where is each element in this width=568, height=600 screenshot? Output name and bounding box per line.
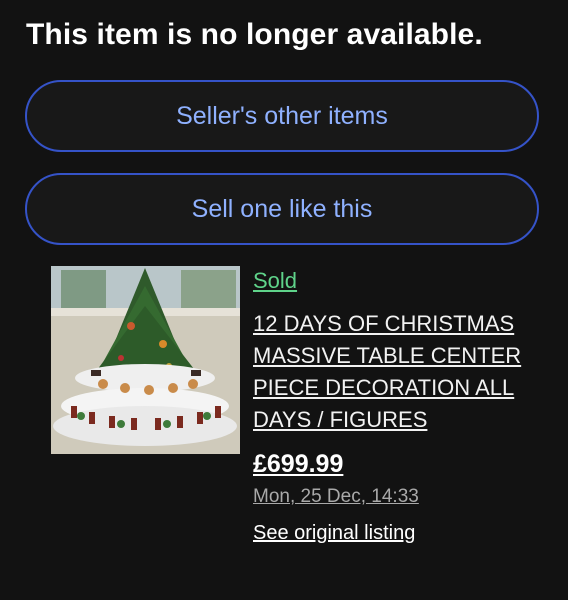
christmas-centerpiece-photo-icon: [51, 266, 240, 454]
sell-one-like-this-button[interactable]: Sell one like this: [25, 173, 539, 245]
listing-date: Mon, 25 Dec, 14:33: [253, 486, 419, 507]
sellers-other-items-button[interactable]: Seller's other items: [25, 80, 539, 152]
see-original-listing-link[interactable]: See original listing: [253, 522, 415, 545]
sold-status-link[interactable]: Sold: [253, 268, 553, 294]
listing-title-link[interactable]: 12 DAYS OF CHRISTMAS MASSIVE TABLE CENTE…: [253, 308, 543, 436]
page-title: This item is no longer available.: [26, 18, 483, 51]
listing-price: £699.99: [253, 450, 344, 478]
listing-image[interactable]: [51, 266, 240, 454]
